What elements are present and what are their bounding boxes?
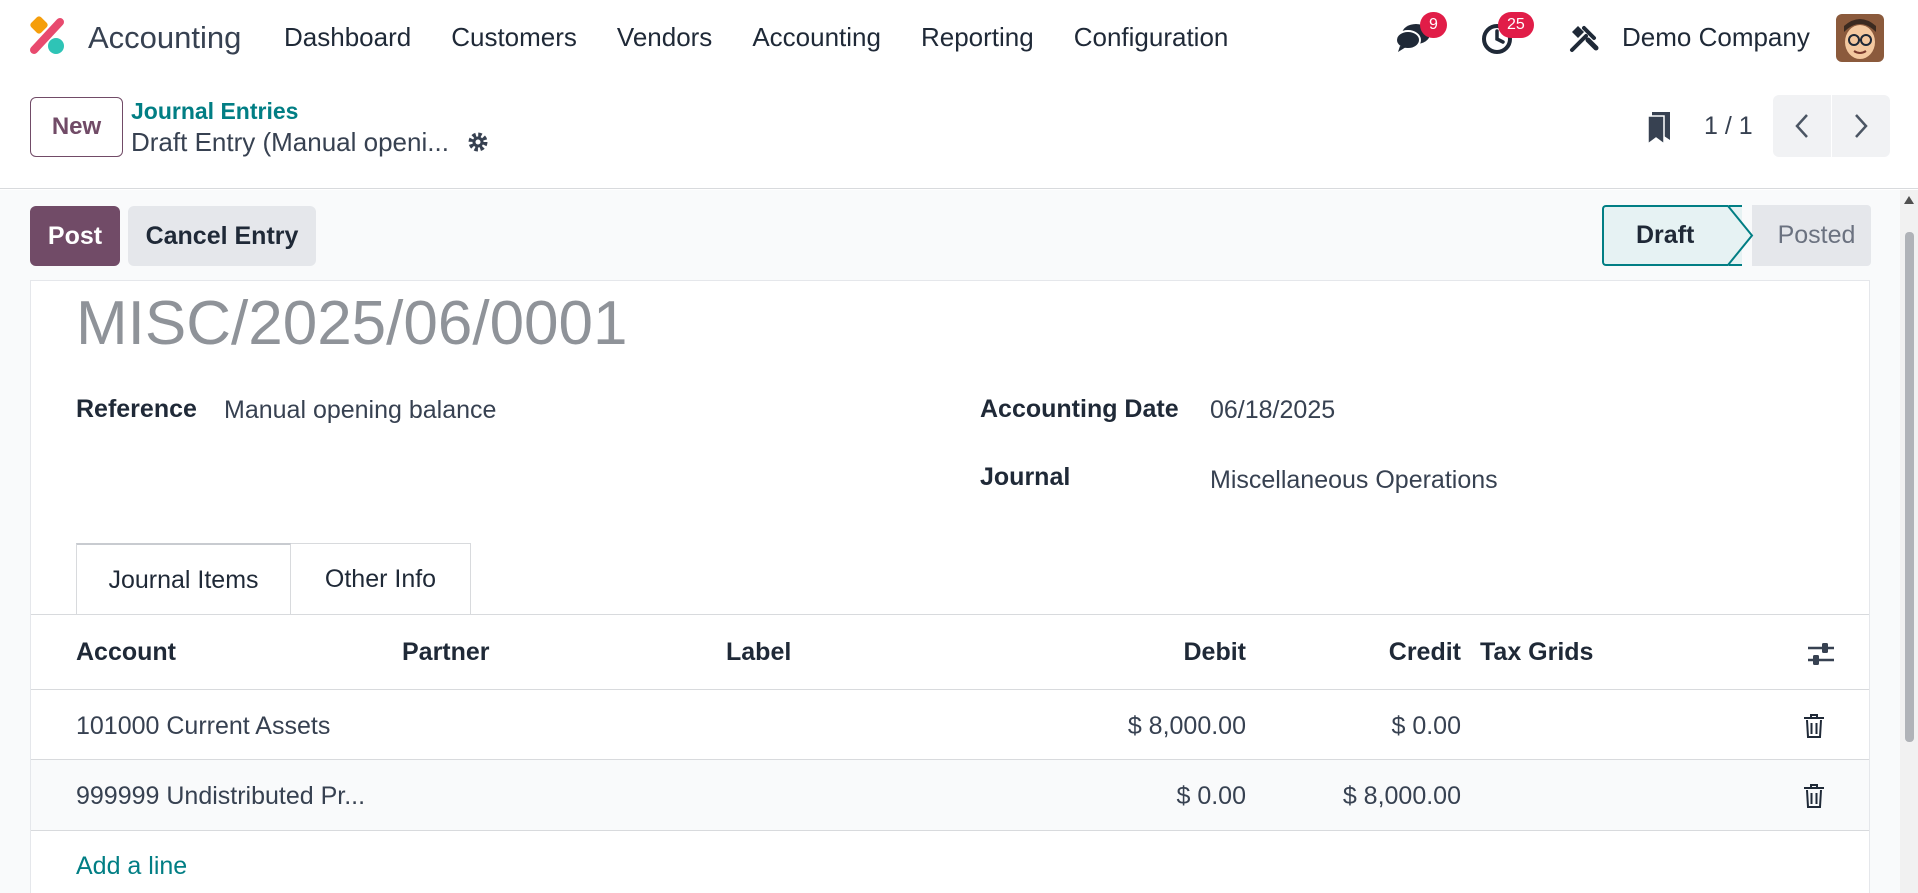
accounting-date-field[interactable]: 06/18/2025 (1210, 396, 1335, 425)
breadcrumb-journal-entries[interactable]: Journal Entries (131, 98, 298, 125)
record-name: MISC/2025/06/0001 (76, 289, 628, 358)
scrollbar[interactable] (1900, 190, 1918, 893)
reference-label: Reference (76, 395, 197, 423)
column-debit[interactable]: Debit (1000, 638, 1247, 667)
gear-icon[interactable] (466, 130, 490, 154)
settings-sliders-icon[interactable] (1806, 641, 1836, 667)
column-credit[interactable]: Credit (1250, 638, 1461, 667)
pager-value[interactable]: 1 / 1 (1704, 112, 1753, 141)
user-avatar[interactable] (1836, 14, 1884, 62)
row-account[interactable]: 999999 Undistributed Pr... (76, 782, 365, 811)
pager-next-button[interactable] (1832, 95, 1890, 157)
journal-label: Journal (980, 463, 1071, 491)
bookmark-icon[interactable] (1646, 110, 1672, 144)
chevron-left-icon (1795, 114, 1808, 138)
avatar-icon (1836, 14, 1884, 62)
activities-button[interactable]: 25 (1476, 12, 1546, 58)
cancel-entry-button[interactable]: Cancel Entry (128, 206, 316, 266)
pager-previous-button[interactable] (1773, 95, 1831, 157)
tab-journal-items[interactable]: Journal Items (76, 543, 291, 615)
app-name[interactable]: Accounting (88, 20, 241, 56)
row-account[interactable]: 101000 Current Assets (76, 712, 330, 741)
status-arrow-icon (1714, 205, 1754, 266)
app-logo-icon[interactable] (28, 16, 68, 56)
row-credit[interactable]: $ 0.00 (1250, 712, 1461, 741)
tab-divider (31, 614, 1869, 615)
column-account[interactable]: Account (76, 638, 176, 667)
breadcrumb-current-record: Draft Entry (Manual openi... (131, 127, 449, 157)
row-divider (31, 830, 1869, 831)
status-posted[interactable]: Posted (1752, 205, 1871, 266)
menu-configuration[interactable]: Configuration (1074, 22, 1229, 53)
top-navbar: Accounting Dashboard Customers Vendors A… (0, 0, 1918, 76)
row-credit[interactable]: $ 8,000.00 (1250, 782, 1461, 811)
column-label[interactable]: Label (726, 638, 791, 667)
menu-reporting[interactable]: Reporting (921, 22, 1034, 53)
status-bar: Posted Draft (1602, 205, 1871, 266)
menu-accounting[interactable]: Accounting (752, 22, 881, 53)
column-partner[interactable]: Partner (402, 638, 490, 667)
accounting-date-label: Accounting Date (980, 395, 1179, 423)
chevron-right-icon (1855, 114, 1868, 138)
add-line-link[interactable]: Add a line (76, 852, 187, 881)
menu-vendors[interactable]: Vendors (617, 22, 712, 53)
tab-other-info[interactable]: Other Info (291, 543, 471, 615)
activities-badge: 25 (1498, 12, 1534, 38)
company-switcher[interactable]: Demo Company (1622, 22, 1810, 53)
messages-badge: 9 (1420, 12, 1447, 38)
menu-customers[interactable]: Customers (451, 22, 577, 53)
row-debit[interactable]: $ 0.00 (1000, 782, 1246, 811)
post-button[interactable]: Post (30, 206, 120, 266)
tools-icon[interactable] (1568, 22, 1600, 54)
reference-field[interactable]: Manual opening balance (224, 396, 496, 425)
column-tax-grids[interactable]: Tax Grids (1480, 638, 1593, 667)
main-menu: Dashboard Customers Vendors Accounting R… (284, 22, 1268, 53)
menu-dashboard[interactable]: Dashboard (284, 22, 411, 53)
messages-button[interactable]: 9 (1392, 12, 1452, 58)
trash-icon[interactable] (1803, 713, 1825, 739)
scrollbar-thumb[interactable] (1905, 232, 1914, 742)
scroll-up-arrow-icon[interactable] (1904, 196, 1914, 204)
journal-field[interactable]: Miscellaneous Operations (1210, 466, 1498, 495)
trash-icon[interactable] (1803, 783, 1825, 809)
row-debit[interactable]: $ 8,000.00 (1000, 712, 1246, 741)
new-button[interactable]: New (30, 97, 123, 157)
control-panel: New Journal Entries Draft Entry (Manual … (0, 76, 1918, 189)
